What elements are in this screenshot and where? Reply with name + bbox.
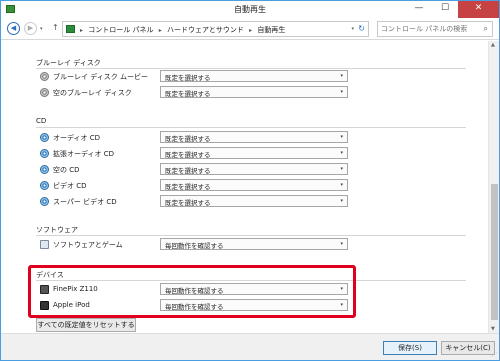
scrollbar-thumb[interactable] (491, 184, 498, 320)
control-panel-icon (66, 25, 75, 33)
chevron-down-icon: ▾ (340, 241, 343, 247)
section-divider (36, 68, 466, 69)
row-label: ブルーレイ ディスク ムービー (53, 73, 148, 81)
address-bar: ◀ ▶ ▾ ↑ ▸ コントロール パネル ▸ ハードウェアとサウンド ▸ 自動再… (1, 18, 499, 40)
breadcrumb-separator-icon[interactable]: ▸ (249, 27, 252, 34)
reset-defaults-button[interactable]: すべての既定値をリセットする(R) (36, 318, 136, 332)
breadcrumb-control-panel[interactable]: コントロール パネル (88, 26, 153, 34)
autoplay-select-super-video-cd[interactable]: 既定を選択する ▾ (160, 195, 348, 207)
select-value: 既定を選択する (165, 151, 211, 159)
autoplay-select-blank-cd[interactable]: 既定を選択する ▾ (160, 163, 348, 175)
breadcrumb-separator-icon[interactable]: ▸ (159, 27, 162, 34)
autoplay-select-bluray-movie[interactable]: 既定を選択する ▾ (160, 70, 348, 82)
breadcrumb-separator-icon[interactable]: ▸ (80, 27, 83, 34)
software-icon (40, 240, 49, 249)
select-value: 既定を選択する (165, 74, 211, 82)
autoplay-select-blank-bluray[interactable]: 既定を選択する ▾ (160, 86, 348, 98)
back-button[interactable]: ◀ (7, 22, 20, 35)
cd-icon (40, 197, 49, 206)
forward-button[interactable]: ▶ (24, 22, 37, 35)
title-bar: 自動再生 — ☐ ✕ (1, 1, 499, 18)
cd-icon (40, 133, 49, 142)
disc-icon (40, 88, 49, 97)
row-label: 空のブルーレイ ディスク (53, 89, 132, 97)
devices-highlight-box (28, 265, 356, 318)
chevron-down-icon: ▾ (340, 198, 343, 204)
cd-icon (40, 181, 49, 190)
settings-content: ブルーレイ ディスク ブルーレイ ディスク ムービー 既定を選択する ▾ 空のブ… (1, 41, 488, 333)
autoplay-select-enhanced-audio-cd[interactable]: 既定を選択する ▾ (160, 147, 348, 159)
autoplay-window: 自動再生 — ☐ ✕ ◀ ▶ ▾ ↑ ▸ コントロール パネル ▸ ハードウェア… (0, 0, 500, 361)
vertical-scrollbar[interactable]: ▲ ▼ (488, 41, 499, 333)
scroll-up-icon[interactable]: ▲ (491, 42, 495, 48)
close-button[interactable]: ✕ (458, 1, 499, 18)
disc-icon (40, 72, 49, 81)
select-value: 既定を選択する (165, 90, 211, 98)
footer-bar: 保存(S) キャンセル(C) ⋰ (1, 333, 499, 360)
cd-icon (40, 149, 49, 158)
row-label: ソフトウェアとゲーム (53, 241, 123, 249)
row-label: 空の CD (53, 166, 80, 174)
search-box[interactable]: ⌕ (377, 21, 493, 37)
scroll-down-icon[interactable]: ▼ (491, 326, 495, 332)
search-input[interactable] (381, 23, 477, 35)
breadcrumb-hardware-sound[interactable]: ハードウェアとサウンド (167, 26, 244, 34)
autoplay-select-video-cd[interactable]: 既定を選択する ▾ (160, 179, 348, 191)
section-heading-software: ソフトウェア (36, 226, 78, 234)
section-divider (36, 127, 466, 128)
section-heading-cd: CD (36, 117, 47, 125)
minimize-button[interactable]: — (406, 1, 432, 18)
search-icon[interactable]: ⌕ (484, 24, 488, 34)
select-value: 既定を選択する (165, 135, 211, 143)
select-value: 既定を選択する (165, 183, 211, 191)
cancel-button[interactable]: キャンセル(C) (441, 341, 495, 355)
chevron-down-icon: ▾ (340, 89, 343, 95)
chevron-down-icon: ▾ (340, 73, 343, 79)
autoplay-select-audio-cd[interactable]: 既定を選択する ▾ (160, 131, 348, 143)
section-heading-bluray: ブルーレイ ディスク (36, 59, 101, 67)
recent-locations-icon[interactable]: ▾ (40, 26, 43, 32)
row-label: オーディオ CD (53, 134, 101, 142)
refresh-icon[interactable]: ↻ (358, 24, 365, 33)
row-label: スーパー ビデオ CD (53, 198, 117, 206)
chevron-down-icon: ▾ (340, 150, 343, 156)
select-value: 既定を選択する (165, 167, 211, 175)
chevron-down-icon: ▾ (340, 182, 343, 188)
resize-grip-icon[interactable]: ⋰ (491, 351, 497, 358)
save-button[interactable]: 保存(S) (383, 341, 437, 355)
row-label: 拡張オーディオ CD (53, 150, 115, 158)
select-value: 既定を選択する (165, 199, 211, 207)
cd-icon (40, 165, 49, 174)
autoplay-select-software-games[interactable]: 毎回動作を確認する ▾ (160, 238, 348, 250)
breadcrumb-autoplay[interactable]: 自動再生 (257, 26, 285, 34)
address-dropdown-icon[interactable]: ▾ (351, 26, 354, 32)
up-level-button[interactable]: ↑ (52, 23, 59, 32)
chevron-down-icon: ▾ (340, 166, 343, 172)
select-value: 毎回動作を確認する (165, 242, 224, 250)
maximize-button[interactable]: ☐ (432, 1, 458, 18)
breadcrumb[interactable]: ▸ コントロール パネル ▸ ハードウェアとサウンド ▸ 自動再生 ▾ ↻ (62, 21, 369, 37)
section-divider (36, 235, 466, 236)
row-label: ビデオ CD (53, 182, 87, 190)
chevron-down-icon: ▾ (340, 134, 343, 140)
